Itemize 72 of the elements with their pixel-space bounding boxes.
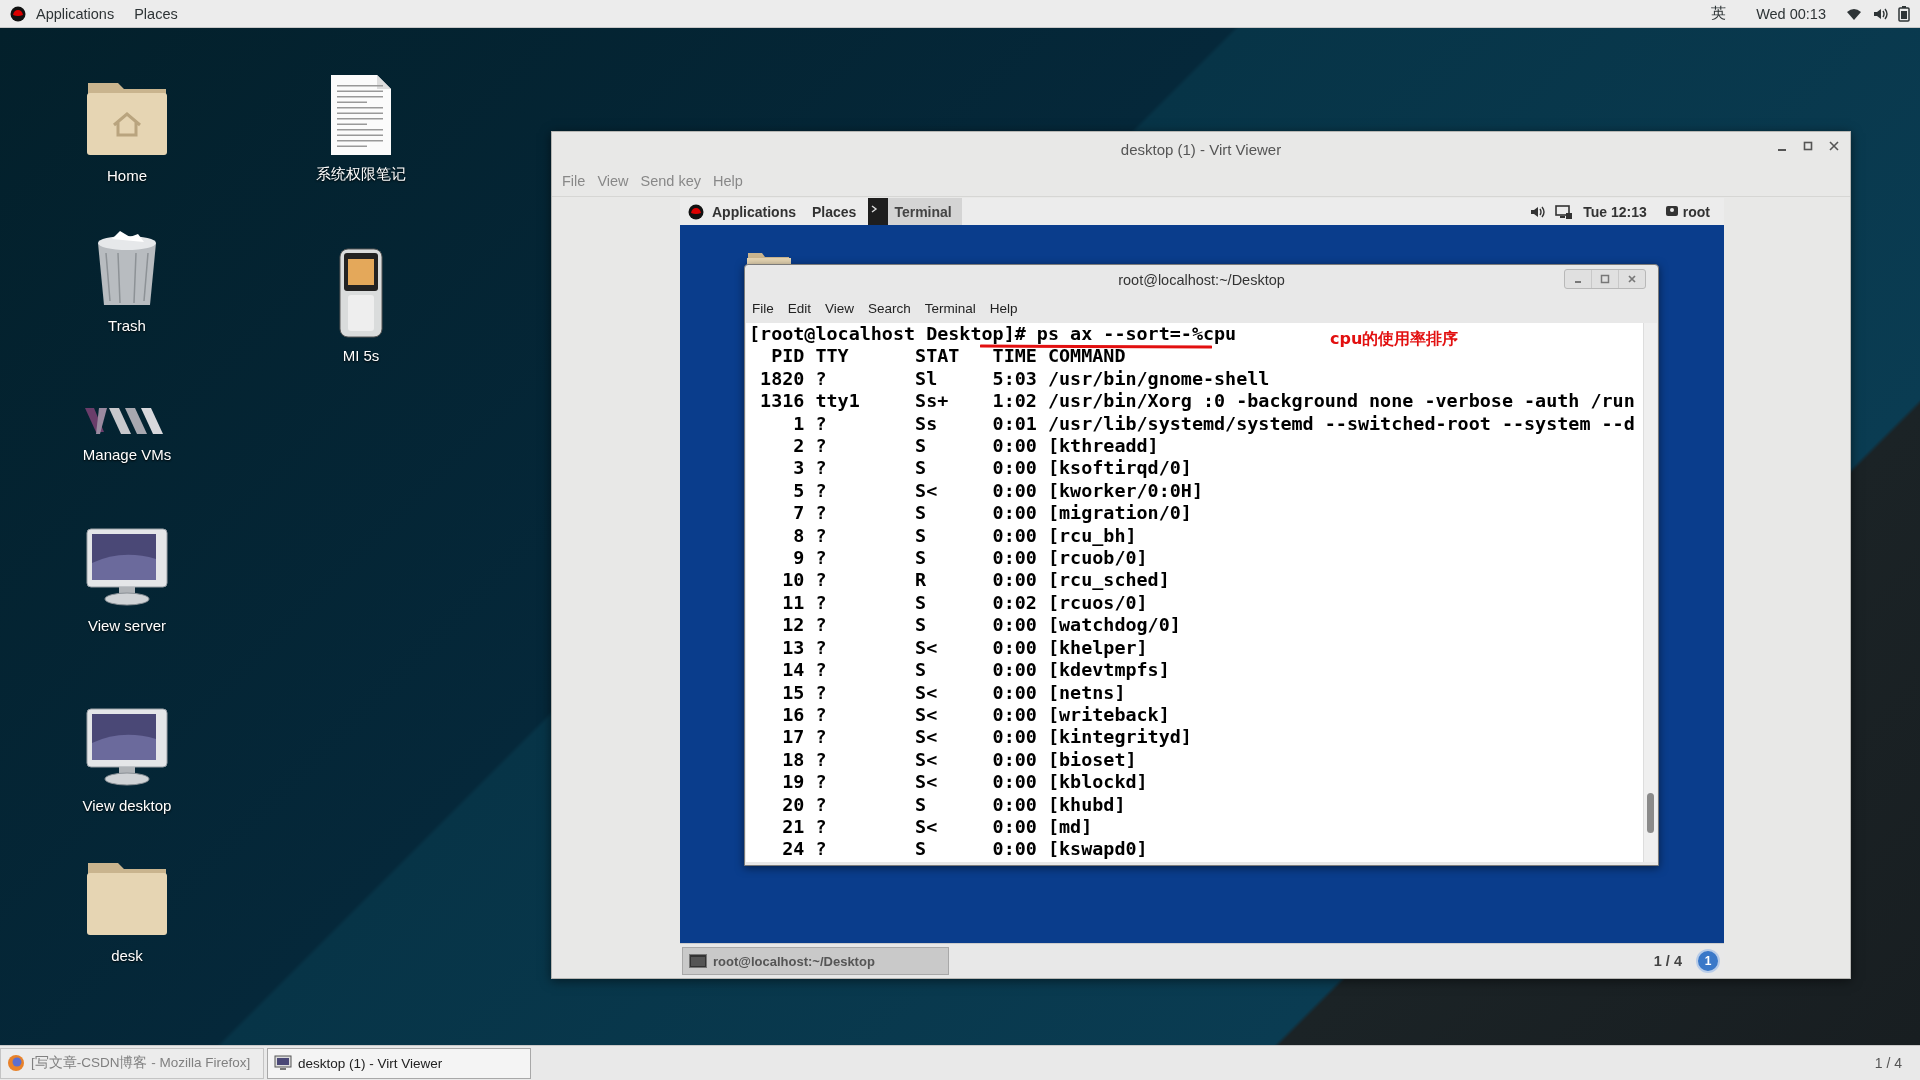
window-title: root@localhost:~/Desktop — [1118, 271, 1285, 288]
annotation: cpu的使用率排序 — [1330, 329, 1459, 350]
process-row-text: 2 ? S 0:00 [kthreadd] — [792, 435, 1159, 458]
process-row-text: 18 ? S< 0:00 [bioset] — [781, 748, 1137, 772]
window-title: desktop (1) - Virt Viewer — [1120, 140, 1282, 158]
menu-item[interactable]: File — [745, 301, 781, 316]
scrollbar-thumb[interactable] — [1647, 793, 1654, 833]
workspace-indicator[interactable]: 1 / 4 — [1653, 953, 1682, 969]
close-icon[interactable] — [1828, 140, 1840, 152]
display-icon[interactable] — [1555, 203, 1574, 220]
monitor-icon — [85, 707, 169, 789]
user-menu[interactable]: root — [1664, 203, 1710, 220]
process-row-text: 15 ? S< 0:00 [netns] — [781, 681, 1126, 704]
monitor-icon — [85, 527, 169, 609]
battery-icon[interactable] — [1898, 5, 1910, 22]
user-icon — [1664, 204, 1679, 219]
process-row-text: 1 ? Ss 0:01 /usr/lib/systemd/systemd --switched-root --system --d — [792, 412, 1635, 436]
process-row-text: 7 ? S 0:00 [migration/0] — [792, 502, 1192, 525]
process-row-text: 20 ? S 0:00 [khubd] — [781, 793, 1126, 816]
hat-logo-icon — [10, 5, 26, 22]
menu-item[interactable]: Terminal — [917, 301, 983, 316]
menu-button[interactable]: Applications — [26, 0, 125, 28]
process-row-text: 17 ? S< 0:00 [kintegrityd] — [781, 726, 1192, 749]
maximize-icon[interactable] — [1802, 140, 1814, 152]
wifi-icon[interactable] — [1846, 6, 1862, 21]
process-row-text: 1316 tty1 Ss+ 1:02 /usr/bin/Xorg :0 -background none -verbose -auth /run — [759, 390, 1635, 413]
app-menu-button[interactable]: Terminal — [868, 198, 962, 225]
process-row-text: 9 ? S 0:00 [rcuob/0] — [792, 547, 1148, 570]
hat-logo-icon — [688, 203, 704, 220]
process-row-text: 3 ? S 0:00 [ksoftirqd/0] — [792, 457, 1192, 480]
icon-label[interactable]: 系统权限笔记 — [316, 165, 406, 184]
input-method-indicator[interactable]: 英 — [1701, 0, 1737, 28]
process-row-text: 19 ? S< 0:00 [kblockd] — [781, 771, 1148, 794]
icon-label[interactable]: View desktop — [82, 797, 172, 814]
process-row-text: 16 ? S< 0:00 [writeback] — [781, 703, 1170, 727]
browser-icon — [7, 1054, 25, 1072]
process-row-text: 10 ? R 0:00 [rcu_sched] — [781, 569, 1170, 592]
phone-icon — [338, 247, 384, 339]
clock[interactable]: Wed 00:13 — [1746, 0, 1836, 28]
icon-label[interactable]: MI 5s — [342, 347, 380, 364]
taskbar-button[interactable]: desktop (1) - Virt Viewer — [267, 1047, 531, 1079]
folder-icon — [746, 251, 792, 265]
process-row-text: 1820 ? Sl 5:03 /usr/bin/gnome-shell — [759, 367, 1270, 391]
menu-button[interactable]: Applications — [704, 203, 804, 220]
process-row-text: 21 ? S< 0:00 [md] — [781, 815, 1093, 839]
taskbar-button[interactable]: root@localhost:~/Desktop — [682, 947, 949, 975]
icon-label[interactable]: Trash — [108, 317, 146, 334]
menu-item[interactable]: View — [818, 301, 862, 316]
menu-button[interactable]: Places — [124, 0, 188, 28]
process-row-text: 5 ? S< 0:00 [kworker/0:0H] — [792, 479, 1203, 503]
menu-item[interactable]: Help — [982, 301, 1025, 316]
process-row-text: 12 ? S 0:00 [watchdog/0] — [781, 614, 1181, 637]
process-row-text: 11 ? S 0:02 [rcuos/0] — [781, 591, 1148, 615]
menu-item[interactable]: Edit — [780, 301, 819, 316]
menu-button[interactable]: Places — [804, 203, 865, 220]
terminal-icon — [689, 954, 707, 968]
icon-label[interactable]: desk — [111, 947, 143, 964]
menu-item[interactable]: Search — [861, 301, 918, 316]
process-row-text: 8 ? S 0:00 [rcu_bh] — [792, 524, 1137, 548]
document-icon — [329, 73, 393, 157]
process-row-text: 14 ? S 0:00 [kdevtmpfs] — [781, 659, 1170, 682]
command-line: [root@localhost Desktop]# ps ax --sort=-%cpu — [749, 323, 1237, 346]
icon-label[interactable]: Home — [107, 167, 147, 184]
notification-badge[interactable]: 1 — [1696, 949, 1720, 973]
icon-label[interactable]: View server — [87, 617, 167, 634]
process-row-text: 24 ? S 0:00 [kswapd0] — [781, 838, 1148, 861]
workspace-indicator[interactable]: 1 / 4 — [1874, 1055, 1902, 1071]
column-header: PID TTY STAT TIME COMMAND — [770, 345, 1126, 368]
clock[interactable]: Tue 12:13 — [1583, 203, 1647, 220]
icon-label[interactable]: Manage VMs — [82, 445, 172, 463]
process-row-text: 13 ? S< 0:00 [khelper] — [781, 636, 1148, 660]
monitor-icon — [274, 1055, 292, 1071]
